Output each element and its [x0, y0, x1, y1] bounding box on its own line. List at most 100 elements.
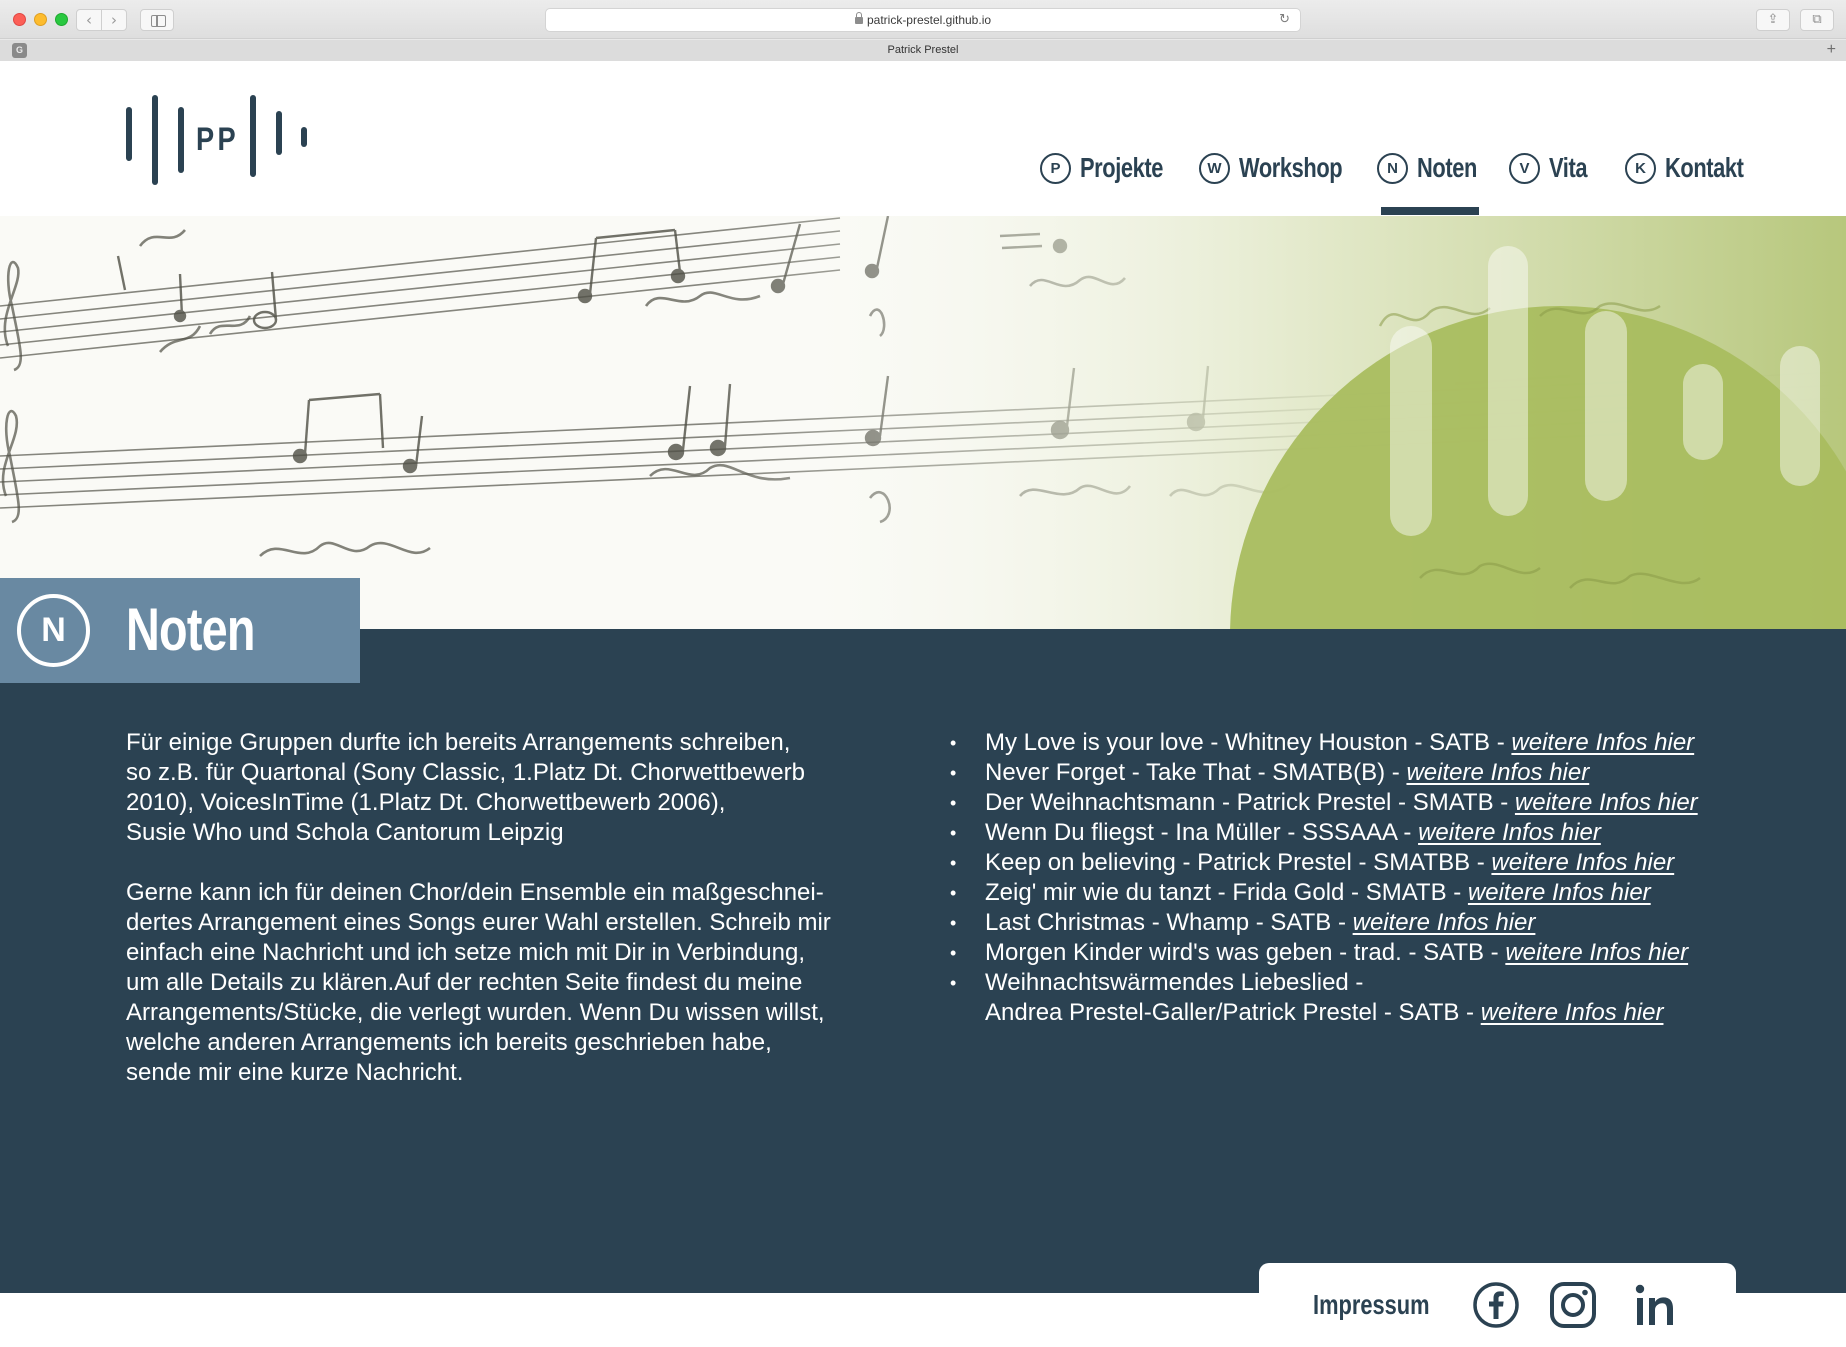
intro-line: Gerne kann ich für deinen Chor/dein Ense… — [126, 879, 824, 906]
close-window-button[interactable] — [13, 13, 26, 26]
footer: Impressum — [1259, 1263, 1736, 1347]
list-item: Last Christmas - Whamp - SATB - weitere … — [944, 908, 1804, 938]
zoom-window-button[interactable] — [55, 13, 68, 26]
arrangement-title: My Love is your love - Whitney Houston -… — [985, 729, 1512, 756]
address-bar[interactable]: patrick-prestel.github.io ↻ — [545, 8, 1301, 32]
sidebar-toggle-button[interactable] — [140, 9, 174, 31]
url-text: patrick-prestel.github.io — [866, 13, 992, 27]
intro-line: Arrangements/Stücke, die verlegt wurden.… — [126, 999, 825, 1026]
more-info-link[interactable]: weitere Infos hier — [1353, 909, 1536, 936]
intro-line: 2010), VoicesInTime (1.Platz Dt. Chorwet… — [126, 789, 726, 816]
logo-text: PP — [196, 121, 240, 157]
more-info-link[interactable]: weitere Infos hier — [1505, 939, 1688, 966]
arrangement-title: Last Christmas - Whamp - SATB - — [985, 909, 1353, 936]
instagram-icon-graphic — [1550, 1282, 1596, 1328]
chevron-right-icon: › — [111, 11, 117, 29]
intro-line: Susie Who und Schola Cantorum Leipzig — [126, 819, 564, 846]
linkedin-icon-graphic — [1635, 1284, 1673, 1325]
tab-title[interactable]: Patrick Prestel — [0, 40, 1846, 61]
arrangement-title: Der Weihnachtsmann - Patrick Prestel - S… — [985, 789, 1515, 816]
tabs-icon: ⧉ — [1812, 12, 1822, 27]
tab-bar: G Patrick Prestel + — [0, 40, 1846, 61]
arrangement-title: Morgen Kinder wird's was geben - trad. -… — [985, 939, 1506, 966]
logo-bar — [301, 127, 307, 147]
logo-link[interactable]: PP — [126, 95, 311, 185]
arrangement-title-line2: Andrea Prestel-Galler/Patrick Prestel - … — [985, 998, 1804, 1028]
site-header: PP P Projekte W Workshop N Noten V Vita … — [0, 61, 1846, 216]
browser-titlebar: ‹ › patrick-prestel.github.io ↻ ⇪ ⧉ — [0, 0, 1846, 39]
more-info-link[interactable]: weitere Infos hier — [1418, 819, 1601, 846]
new-tab-button[interactable]: + — [1827, 40, 1836, 60]
share-icon: ⇪ — [1767, 12, 1779, 27]
noten-content: Für einige Gruppen durfte ich bereits Ar… — [0, 629, 1846, 1293]
instagram-icon[interactable] — [1549, 1281, 1597, 1329]
more-info-link[interactable]: weitere Infos hier — [1515, 789, 1698, 816]
list-item: My Love is your love - Whitney Houston -… — [944, 728, 1804, 758]
hero-sheet-music-image — [0, 216, 1846, 629]
reload-icon[interactable]: ↻ — [1279, 9, 1290, 31]
intro-line: so z.B. für Quartonal (Sony Classic, 1.P… — [126, 759, 805, 786]
nav-badge-icon: V — [1509, 152, 1540, 184]
forward-button[interactable]: › — [101, 9, 127, 31]
browser-chrome: ‹ › patrick-prestel.github.io ↻ ⇪ ⧉ G Pa… — [0, 0, 1846, 61]
list-item: Never Forget - Take That - SMATB(B) - we… — [944, 758, 1804, 788]
list-item: Weihnachtswärmendes Liebeslied - Andrea … — [944, 968, 1804, 1028]
nav-label: Workshop — [1239, 152, 1343, 183]
nav-badge-icon: N — [1377, 152, 1408, 184]
page-title: Noten — [126, 596, 255, 663]
linkedin-icon[interactable] — [1631, 1281, 1679, 1329]
intro-line: dertes Arrangement eines Songs eurer Wah… — [126, 909, 831, 936]
arrangement-title: Zeig' mir wie du tanzt - Frida Gold - SM… — [985, 879, 1468, 906]
list-item: Zeig' mir wie du tanzt - Frida Gold - SM… — [944, 878, 1804, 908]
list-item: Keep on believing - Patrick Prestel - SM… — [944, 848, 1804, 878]
logo-bar — [250, 95, 256, 177]
minimize-window-button[interactable] — [34, 13, 47, 26]
show-tabs-button[interactable]: ⧉ — [1800, 9, 1834, 31]
intro-paragraph: Für einige Gruppen durfte ich bereits Ar… — [126, 728, 866, 848]
nav-label: Noten — [1417, 152, 1477, 183]
share-button[interactable]: ⇪ — [1756, 9, 1790, 31]
chevron-left-icon: ‹ — [86, 11, 92, 29]
logo-bar — [152, 95, 158, 185]
arrangement-title: Never Forget - Take That - SMATB(B) - — [985, 759, 1407, 786]
more-info-link[interactable]: weitere Infos hier — [1481, 999, 1664, 1026]
facebook-icon[interactable] — [1472, 1281, 1520, 1329]
page-title-box: N Noten — [0, 578, 360, 683]
arrangement-list: My Love is your love - Whitney Houston -… — [944, 728, 1804, 1028]
arrangement-title: Andrea Prestel-Galler/Patrick Prestel - … — [985, 999, 1481, 1026]
nav-label: Vita — [1549, 152, 1588, 183]
intro-line: Für einige Gruppen durfte ich bereits Ar… — [126, 729, 791, 756]
intro-line: welche anderen Arrangements ich bereits … — [126, 1029, 772, 1056]
impressum-link[interactable]: Impressum — [1313, 1289, 1430, 1321]
back-button[interactable]: ‹ — [76, 9, 102, 31]
nav-item-noten[interactable]: N Noten — [1377, 143, 1494, 193]
intro-line: sende mir eine kurze Nachricht. — [126, 1059, 464, 1086]
intro-paragraph: Gerne kann ich für deinen Chor/dein Ense… — [126, 878, 866, 1088]
list-item: Wenn Du fliegst - Ina Müller - SSSAAA - … — [944, 818, 1804, 848]
intro-line: einfach eine Nachricht und ich setze mic… — [126, 939, 806, 966]
more-info-link[interactable]: weitere Infos hier — [1511, 729, 1694, 756]
nav-badge-icon: W — [1199, 152, 1230, 184]
list-item: Der Weihnachtsmann - Patrick Prestel - S… — [944, 788, 1804, 818]
nav-badge-icon: P — [1040, 152, 1071, 184]
arrangement-title: Weihnachtswärmendes Liebeslied - — [985, 969, 1364, 996]
nav-label: Kontakt — [1665, 152, 1744, 183]
facebook-icon-graphic — [1473, 1282, 1519, 1328]
logo-bar — [178, 107, 184, 173]
list-item: Morgen Kinder wird's was geben - trad. -… — [944, 938, 1804, 968]
nav-item-vita[interactable]: V Vita — [1509, 143, 1598, 193]
nav-badge-icon: K — [1625, 152, 1656, 184]
more-info-link[interactable]: weitere Infos hier — [1491, 849, 1674, 876]
nav-label: Projekte — [1080, 152, 1164, 183]
more-info-link[interactable]: weitere Infos hier — [1468, 879, 1651, 906]
lock-icon — [854, 12, 863, 24]
nav-active-indicator — [1381, 207, 1479, 215]
nav-item-kontakt[interactable]: K Kontakt — [1625, 143, 1766, 193]
page-badge-icon: N — [17, 594, 90, 667]
nav-item-workshop[interactable]: W Workshop — [1199, 143, 1371, 193]
more-info-link[interactable]: weitere Infos hier — [1406, 759, 1589, 786]
sheet-music-illustration — [0, 216, 1846, 629]
intro-text: Für einige Gruppen durfte ich bereits Ar… — [126, 728, 866, 1118]
nav-item-projekte[interactable]: P Projekte — [1040, 143, 1187, 193]
arrangement-title: Wenn Du fliegst - Ina Müller - SSSAAA - — [985, 819, 1419, 846]
